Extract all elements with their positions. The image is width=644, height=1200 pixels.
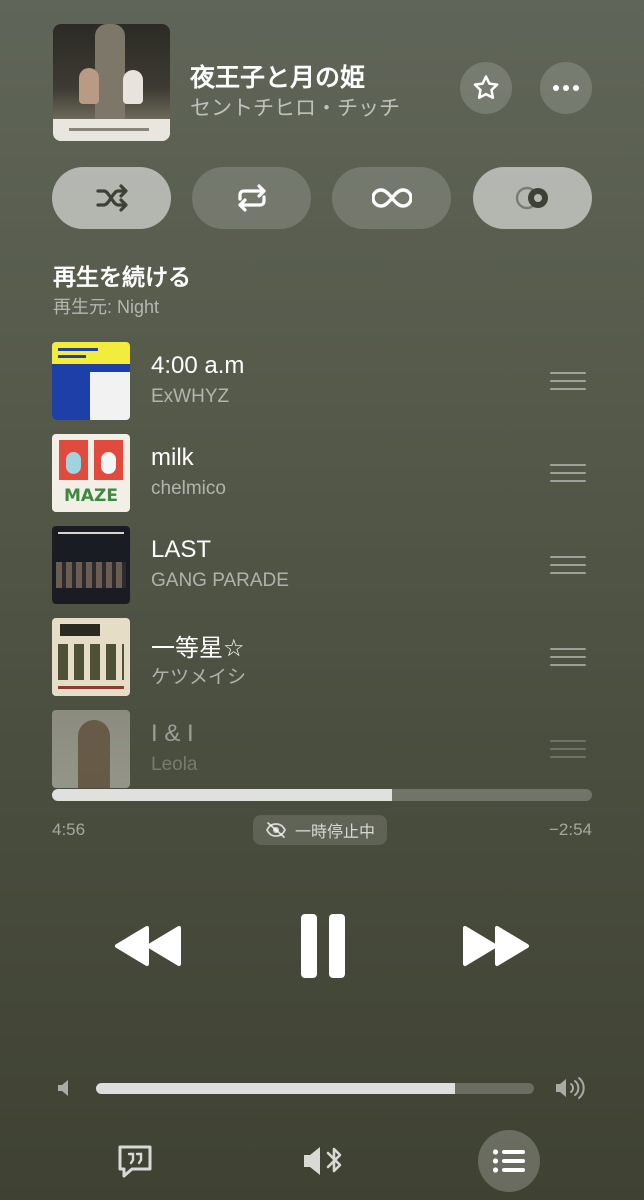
rewind-icon bbox=[115, 926, 181, 966]
speaker-bluetooth-icon bbox=[304, 1147, 342, 1175]
track-artwork bbox=[52, 618, 130, 696]
fast-forward-icon bbox=[463, 926, 529, 966]
drag-handle-icon[interactable] bbox=[550, 648, 586, 666]
track-artist: chelmico bbox=[151, 478, 226, 499]
drag-handle-icon[interactable] bbox=[550, 464, 586, 482]
queue-title: 再生を続ける bbox=[53, 264, 191, 290]
volume-slider[interactable] bbox=[96, 1083, 534, 1094]
lyrics-button[interactable] bbox=[112, 1138, 158, 1184]
queue-source: 再生元: Night bbox=[53, 297, 160, 317]
track-title: milk bbox=[151, 444, 194, 471]
volume-slider-fill bbox=[96, 1083, 456, 1094]
track-artist: Leola bbox=[151, 754, 198, 775]
queue-track[interactable]: 4:00 a.m ExWHYZ bbox=[52, 342, 592, 420]
track-artist: GANG PARADE bbox=[151, 570, 289, 591]
artwork-logo-text: MAZE bbox=[63, 486, 118, 506]
favorite-button[interactable] bbox=[460, 62, 512, 114]
more-button[interactable] bbox=[540, 62, 592, 114]
hidden-eye-icon bbox=[265, 822, 287, 838]
pause-button[interactable] bbox=[290, 908, 356, 984]
drag-handle-icon[interactable] bbox=[550, 556, 586, 574]
elapsed-time: 4:56 bbox=[52, 820, 86, 839]
playback-status-badge: 一時停止中 bbox=[253, 815, 388, 845]
lyrics-icon bbox=[118, 1145, 152, 1178]
queue-track[interactable]: LAST GANG PARADE bbox=[52, 526, 592, 604]
track-title: 一等星☆ bbox=[151, 635, 245, 662]
playback-progress-fill bbox=[52, 789, 393, 801]
track-title: LAST bbox=[151, 536, 212, 563]
star-icon bbox=[473, 75, 499, 99]
drag-handle-icon[interactable] bbox=[550, 372, 586, 390]
infinity-icon bbox=[371, 188, 412, 208]
queue-button[interactable] bbox=[478, 1130, 540, 1192]
volume-high-icon bbox=[554, 1075, 588, 1106]
track-artwork: MAZE bbox=[52, 434, 130, 512]
track-artist: ケツメイシ bbox=[151, 667, 247, 688]
crossfade-button[interactable] bbox=[473, 167, 592, 229]
now-playing-title[interactable]: 夜王子と月の姫 bbox=[190, 58, 365, 94]
queue-track[interactable]: I & I Leola bbox=[52, 710, 592, 788]
volume-low-icon bbox=[56, 1077, 74, 1104]
fast-forward-button[interactable] bbox=[458, 918, 534, 974]
track-title: 4:00 a.m bbox=[151, 352, 245, 379]
queue-track[interactable]: 一等星☆ ケツメイシ bbox=[52, 618, 592, 696]
track-artwork bbox=[52, 342, 130, 420]
shuffle-icon bbox=[95, 184, 128, 212]
pause-icon bbox=[301, 914, 345, 978]
playback-progress-bar[interactable] bbox=[52, 789, 592, 801]
repeat-icon bbox=[237, 184, 266, 212]
track-artwork bbox=[52, 526, 130, 604]
queue-track[interactable]: MAZE milk chelmico bbox=[52, 434, 592, 512]
now-playing-artist[interactable]: セントチヒロ・チッチ bbox=[190, 92, 400, 122]
track-title: I & I bbox=[151, 720, 194, 747]
playback-status-text: 一時停止中 bbox=[295, 824, 376, 841]
shuffle-button[interactable] bbox=[52, 167, 171, 229]
repeat-button[interactable] bbox=[192, 167, 311, 229]
track-artist: ExWHYZ bbox=[151, 386, 230, 407]
now-playing-artwork[interactable] bbox=[53, 24, 170, 141]
output-device-button[interactable] bbox=[298, 1138, 350, 1184]
crossfade-icon bbox=[515, 186, 548, 210]
track-artwork bbox=[52, 710, 130, 788]
more-icon bbox=[553, 85, 579, 91]
remaining-time: −2:54 bbox=[548, 820, 592, 839]
rewind-button[interactable] bbox=[110, 918, 186, 974]
drag-handle-icon[interactable] bbox=[550, 740, 586, 758]
list-icon bbox=[492, 1149, 525, 1173]
autoplay-button[interactable] bbox=[332, 167, 451, 229]
